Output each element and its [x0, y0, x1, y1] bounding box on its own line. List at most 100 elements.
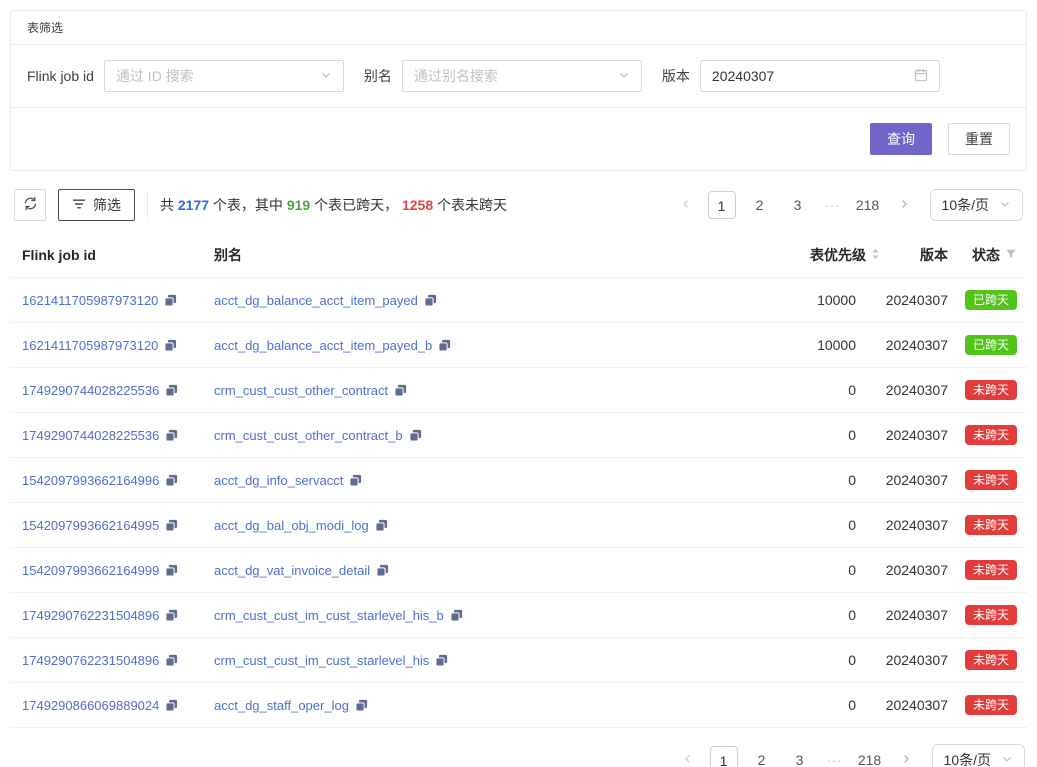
- alias-link[interactable]: crm_cust_cust_other_contract: [214, 383, 388, 398]
- alias-link[interactable]: crm_cust_cust_other_contract_b: [214, 428, 403, 443]
- alias-link[interactable]: acct_dg_info_servacct: [214, 473, 343, 488]
- alias-cell: acct_dg_staff_oper_log: [206, 683, 730, 728]
- version-date-input[interactable]: 20240307: [700, 60, 940, 92]
- flink-job-id-link[interactable]: 1621411705987973120: [22, 293, 158, 308]
- copy-icon[interactable]: [165, 564, 178, 577]
- funnel-icon[interactable]: [1005, 247, 1017, 263]
- pagination-page-3[interactable]: 3: [786, 746, 814, 767]
- summary-mid1: 个表，其中: [209, 197, 287, 213]
- pagination-page-218[interactable]: 218: [854, 191, 882, 219]
- copy-icon[interactable]: [165, 474, 178, 487]
- pagination-next-button[interactable]: [894, 746, 918, 767]
- flink-job-id-link[interactable]: 1542097993662164999: [22, 563, 159, 578]
- flink-job-id-link[interactable]: 1749290744028225536: [22, 428, 159, 443]
- total-count: 2177: [178, 197, 209, 213]
- page-size-select[interactable]: 10条/页: [930, 189, 1023, 221]
- pagination-page-218[interactable]: 218: [856, 746, 884, 767]
- flink-job-id-cell: 1749290744028225536: [10, 413, 206, 458]
- pagination-page-1[interactable]: 1: [708, 191, 736, 219]
- alias-link[interactable]: acct_dg_vat_invoice_detail: [214, 563, 370, 578]
- table-header: Flink job id 别名 表优先级 版本 状态: [10, 233, 1027, 278]
- flink-job-id-cell: 1542097993662164995: [10, 503, 206, 548]
- flink-job-id-link[interactable]: 1749290866069889024: [22, 698, 159, 713]
- flink-job-id-link[interactable]: 1749290762231504896: [22, 608, 159, 623]
- alias-select[interactable]: 通过别名搜索: [402, 60, 642, 92]
- status-badge: 未跨天: [965, 470, 1017, 490]
- field-alias: 别名 通过别名搜索: [364, 60, 642, 92]
- copy-icon[interactable]: [164, 294, 177, 307]
- copy-icon[interactable]: [394, 384, 407, 397]
- priority-cell: 0: [730, 458, 880, 503]
- pagination-page-2[interactable]: 2: [748, 746, 776, 767]
- flink-job-id-placeholder: 通过 ID 搜索: [116, 66, 194, 86]
- table-row: 1542097993662164999 acct_dg_vat_invoice_…: [10, 548, 1027, 593]
- copy-icon[interactable]: [435, 654, 448, 667]
- flink-job-id-link[interactable]: 1621411705987973120: [22, 338, 158, 353]
- alias-link[interactable]: acct_dg_staff_oper_log: [214, 698, 349, 713]
- sort-icon[interactable]: [871, 247, 880, 264]
- status-cell: 未跨天: [948, 548, 1027, 593]
- copy-icon[interactable]: [450, 609, 463, 622]
- status-cell: 未跨天: [948, 503, 1027, 548]
- copy-icon[interactable]: [164, 339, 177, 352]
- alias-link[interactable]: crm_cust_cust_im_cust_starlevel_his: [214, 653, 429, 668]
- copy-icon[interactable]: [424, 294, 437, 307]
- pagination-ellipsis: ···: [824, 753, 846, 767]
- flink-job-id-select[interactable]: 通过 ID 搜索: [104, 60, 344, 92]
- table-row: 1542097993662164996 acct_dg_info_servacc…: [10, 458, 1027, 503]
- copy-icon[interactable]: [355, 699, 368, 712]
- copy-icon[interactable]: [165, 654, 178, 667]
- flink-job-id-cell: 1749290744028225536: [10, 368, 206, 413]
- pagination-page-2[interactable]: 2: [746, 191, 774, 219]
- page-size-select[interactable]: 10条/页: [932, 744, 1025, 767]
- alias-link[interactable]: acct_dg_balance_acct_item_payed: [214, 293, 418, 308]
- copy-icon[interactable]: [409, 429, 422, 442]
- refresh-button[interactable]: [14, 189, 46, 221]
- status-badge: 未跨天: [965, 515, 1017, 535]
- flink-job-id-cell: 1621411705987973120: [10, 278, 206, 323]
- query-button[interactable]: 查询: [870, 123, 932, 155]
- alias-link[interactable]: acct_dg_bal_obj_modi_log: [214, 518, 369, 533]
- filter-toggle-button[interactable]: 筛选: [58, 189, 135, 221]
- version-cell: 20240307: [880, 683, 948, 728]
- flink-job-id-link[interactable]: 1542097993662164996: [22, 473, 159, 488]
- copy-icon[interactable]: [438, 339, 451, 352]
- flink-job-id-link[interactable]: 1542097993662164995: [22, 518, 159, 533]
- copy-icon[interactable]: [165, 519, 178, 532]
- alias-link[interactable]: acct_dg_balance_acct_item_payed_b: [214, 338, 432, 353]
- summary-suffix: 个表未跨天: [433, 197, 507, 213]
- copy-icon[interactable]: [165, 609, 178, 622]
- copy-icon[interactable]: [165, 699, 178, 712]
- priority-cell: 0: [730, 683, 880, 728]
- priority-cell: 0: [730, 413, 880, 458]
- flink-job-id-link[interactable]: 1749290744028225536: [22, 383, 159, 398]
- crossed-count: 919: [287, 197, 310, 213]
- reset-button[interactable]: 重置: [948, 123, 1010, 155]
- status-cell: 未跨天: [948, 458, 1027, 503]
- column-status-label: 状态: [972, 245, 1000, 265]
- status-badge: 未跨天: [965, 695, 1017, 715]
- pagination-page-3[interactable]: 3: [784, 191, 812, 219]
- copy-icon[interactable]: [349, 474, 362, 487]
- pagination-next-button[interactable]: [892, 191, 916, 219]
- summary-prefix: 共: [160, 197, 178, 213]
- copy-icon[interactable]: [165, 384, 178, 397]
- pagination-prev-button[interactable]: [674, 191, 698, 219]
- version-cell: 20240307: [880, 368, 948, 413]
- version-cell: 20240307: [880, 413, 948, 458]
- pagination-page-1[interactable]: 1: [710, 746, 738, 767]
- flink-job-id-cell: 1542097993662164999: [10, 548, 206, 593]
- pagination-prev-button[interactable]: [676, 746, 700, 767]
- status-badge: 未跨天: [965, 560, 1017, 580]
- flink-job-id-link[interactable]: 1749290762231504896: [22, 653, 159, 668]
- copy-icon[interactable]: [375, 519, 388, 532]
- priority-cell: 0: [730, 593, 880, 638]
- copy-icon[interactable]: [376, 564, 389, 577]
- alias-link[interactable]: crm_cust_cust_im_cust_starlevel_his_b: [214, 608, 444, 623]
- column-alias: 别名: [206, 233, 730, 278]
- chevron-down-icon: [1001, 752, 1013, 767]
- column-priority-label: 表优先级: [810, 245, 866, 265]
- filter-fields-row: Flink job id 通过 ID 搜索 别名 通过别名搜索: [11, 45, 1026, 107]
- alias-label: 别名: [364, 66, 392, 86]
- copy-icon[interactable]: [165, 429, 178, 442]
